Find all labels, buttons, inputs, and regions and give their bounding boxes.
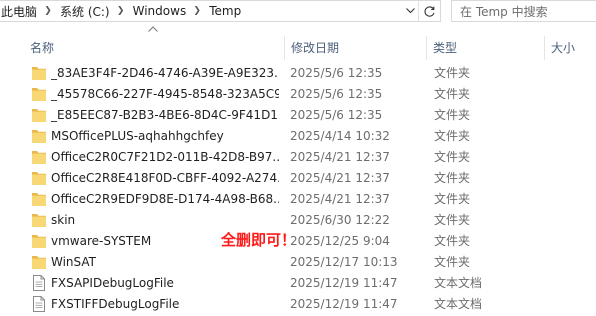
column-header-size[interactable]: 大小: [544, 36, 596, 60]
folder-icon: [31, 106, 47, 124]
file-date-modified: 2025/4/21 12:37: [290, 192, 390, 206]
folder-icon: [31, 190, 47, 208]
chevron-down-icon: [405, 8, 415, 14]
breadcrumb-label: Windows: [132, 4, 187, 18]
breadcrumb-label: Temp: [209, 4, 242, 18]
file-name: OfficeC2R8E418F0D-CBFF-4092-A274...: [51, 171, 279, 185]
address-bar[interactable]: 此电脑 ❯ 系统 (C:) ❯ Windows ❯ Temp: [0, 0, 441, 22]
file-type: 文本文档: [434, 276, 483, 290]
file-type: 文件夹: [434, 213, 471, 227]
breadcrumb-item-windows[interactable]: Windows ❯: [132, 1, 209, 21]
file-row[interactable]: FXSAPIDebugLogFile 2025/12/19 11:47 文本文档: [0, 272, 596, 294]
file-row[interactable]: _E85EEC87-B2B3-4BE6-8D4C-9F41D1... 2025/5…: [0, 104, 596, 126]
file-type: 文本文档: [434, 297, 483, 311]
folder-icon: [31, 169, 47, 187]
folder-icon: [31, 211, 47, 229]
file-name: FXSAPIDebugLogFile: [51, 276, 174, 290]
file-name: OfficeC2R9EDF9D8E-D174-4A98-B68...: [51, 192, 279, 206]
file-date-modified: 2025/4/14 10:32: [290, 129, 390, 143]
file-row[interactable]: FXSTIFFDebugLogFile 2025/12/19 11:47 文本文档: [0, 293, 596, 315]
file-name: WinSAT: [51, 255, 96, 269]
file-name: _45578C66-227F-4945-8548-323A5C9...: [51, 87, 279, 101]
file-type: 文件夹: [434, 66, 471, 80]
file-type: 文件夹: [434, 129, 471, 143]
chevron-right-icon[interactable]: ❯: [190, 6, 204, 16]
sort-ascending-icon: [148, 26, 158, 32]
text-file-icon: [31, 295, 47, 313]
file-date-modified: 2025/5/6 12:35: [290, 108, 383, 122]
file-name: FXSTIFFDebugLogFile: [51, 297, 180, 311]
refresh-button[interactable]: [418, 1, 440, 21]
folder-icon: [31, 232, 47, 250]
top-bar: 此电脑 ❯ 系统 (C:) ❯ Windows ❯ Temp 在 Temp 中搜…: [0, 0, 596, 24]
breadcrumb-label: 系统 (C:): [60, 4, 110, 19]
folder-icon: [31, 127, 47, 145]
annotation-text: 全删即可！: [221, 231, 297, 249]
file-type: 文件夹: [434, 108, 471, 122]
file-name: _E85EEC87-B2B3-4BE6-8D4C-9F41D1...: [51, 108, 279, 122]
column-header-type[interactable]: 类型: [426, 36, 544, 60]
chevron-right-icon[interactable]: ❯: [41, 6, 55, 16]
file-type: 文件夹: [434, 234, 471, 248]
file-row[interactable]: vmware-SYSTEM 2025/12/25 9:04 文件夹: [0, 230, 596, 252]
text-file-icon: [31, 274, 47, 292]
file-date-modified: 2025/5/6 12:35: [290, 66, 383, 80]
file-name: _83AE3F4F-2D46-4746-A39E-A9E323...: [51, 66, 279, 80]
file-row[interactable]: OfficeC2R9EDF9D8E-D174-4A98-B68... 2025/4…: [0, 188, 596, 210]
file-row[interactable]: _83AE3F4F-2D46-4746-A39E-A9E323... 2025/5…: [0, 62, 596, 84]
folder-icon: [31, 148, 47, 166]
file-name: skin: [51, 213, 76, 227]
file-date-modified: 2025/12/25 9:04: [290, 234, 390, 248]
file-name: MSOfficePLUS-aqhahhgchfey: [51, 129, 224, 143]
file-date-modified: 2025/12/19 11:47: [290, 297, 398, 311]
search-box[interactable]: 在 Temp 中搜索: [451, 0, 596, 22]
file-name: OfficeC2R0C7F21D2-011B-42D8-B97...: [51, 150, 279, 164]
file-type: 文件夹: [434, 171, 471, 185]
file-row[interactable]: OfficeC2R0C7F21D2-011B-42D8-B97... 2025/4…: [0, 146, 596, 168]
file-row[interactable]: OfficeC2R8E418F0D-CBFF-4092-A274... 2025/…: [0, 167, 596, 189]
folder-icon: [31, 253, 47, 271]
file-row[interactable]: MSOfficePLUS-aqhahhgchfey 2025/4/14 10:32…: [0, 125, 596, 147]
breadcrumb-item-drive-c[interactable]: 系统 (C:) ❯: [59, 1, 132, 21]
folder-icon: [31, 85, 47, 103]
file-row[interactable]: skin 2025/6/30 12:22 文件夹: [0, 209, 596, 231]
file-type: 文件夹: [434, 255, 471, 269]
file-date-modified: 2025/4/21 12:37: [290, 171, 390, 185]
column-header-name[interactable]: 名称: [24, 36, 284, 60]
breadcrumb-item-this-pc[interactable]: 此电脑 ❯: [0, 1, 59, 21]
file-row[interactable]: _45578C66-227F-4945-8548-323A5C9... 2025/…: [0, 83, 596, 105]
folder-icon: [31, 64, 47, 82]
column-header: 名称 修改日期 类型 大小: [0, 24, 596, 62]
file-row[interactable]: WinSAT 2025/12/17 10:13 文件夹: [0, 251, 596, 273]
file-type: 文件夹: [434, 150, 471, 164]
file-date-modified: 2025/6/30 12:22: [290, 213, 390, 227]
file-date-modified: 2025/12/17 10:13: [290, 255, 398, 269]
column-header-date-modified[interactable]: 修改日期: [284, 36, 426, 60]
file-date-modified: 2025/4/21 12:37: [290, 150, 390, 164]
file-type: 文件夹: [434, 87, 471, 101]
history-dropdown-button[interactable]: [402, 1, 418, 21]
file-type: 文件夹: [434, 192, 471, 206]
chevron-right-icon[interactable]: ❯: [114, 6, 128, 16]
breadcrumb-label: 此电脑: [1, 4, 38, 19]
breadcrumb-item-temp[interactable]: Temp: [208, 1, 242, 21]
file-date-modified: 2025/5/6 12:35: [290, 87, 383, 101]
refresh-icon: [424, 5, 435, 17]
search-placeholder: 在 Temp 中搜索: [460, 4, 548, 19]
file-date-modified: 2025/12/19 11:47: [290, 276, 398, 290]
